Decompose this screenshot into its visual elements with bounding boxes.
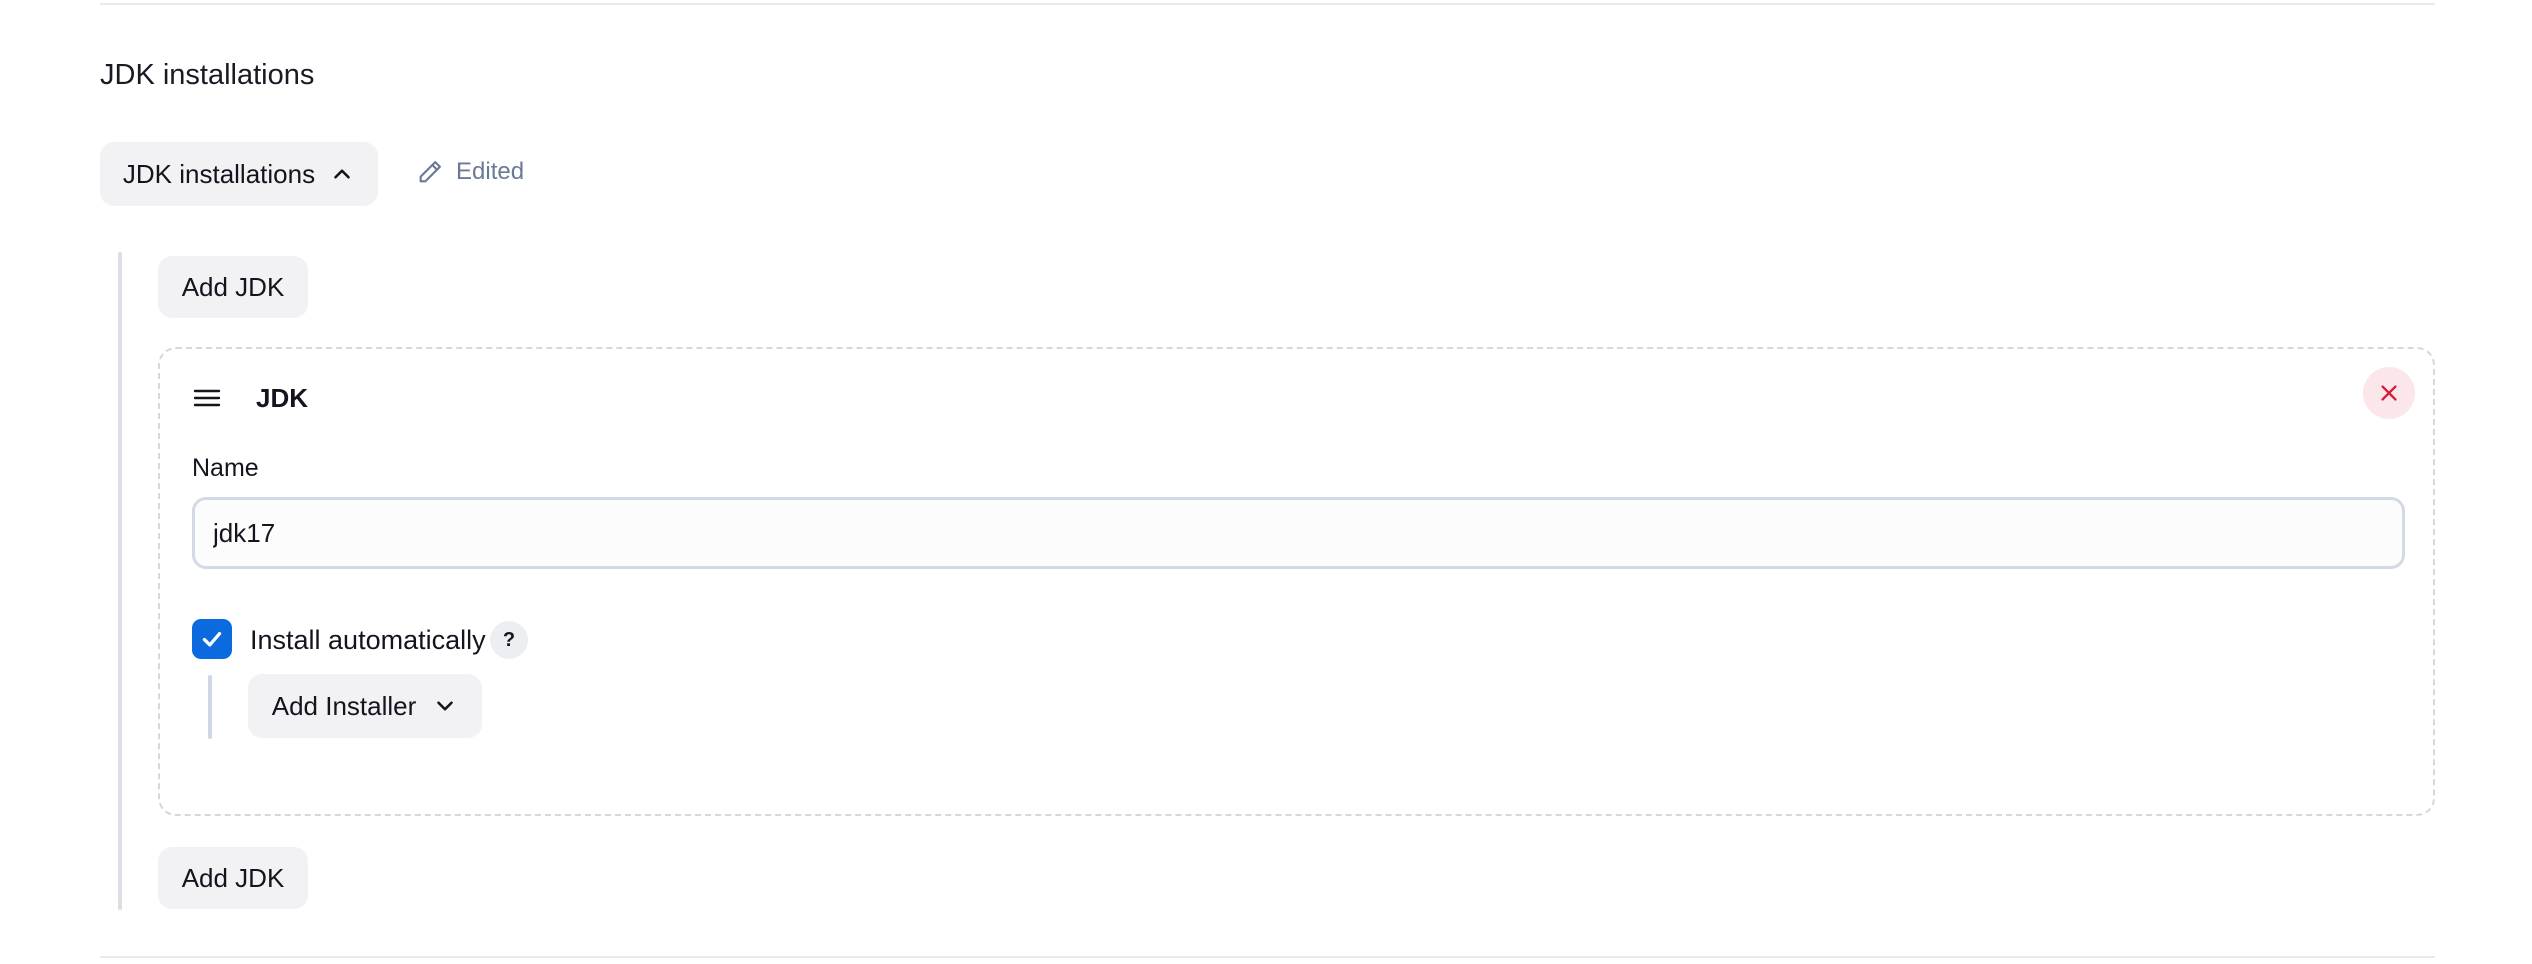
jdk-item-title: JDK: [256, 383, 309, 413]
add-jdk-button-bottom[interactable]: Add JDK: [158, 847, 308, 909]
delete-jdk-button[interactable]: [2363, 367, 2415, 419]
installer-rail: [208, 675, 212, 739]
jdk-installations-toggle-label: JDK installations: [122, 158, 316, 189]
jdk-installations-toggle-button[interactable]: JDK installations: [100, 142, 378, 206]
jdk-item-card: JDK Name Install automatically ? Add Ins…: [158, 347, 2435, 816]
install-automatically-label[interactable]: Install automatically: [250, 623, 486, 657]
chevron-up-icon: [334, 169, 350, 179]
pencil-icon: [419, 161, 441, 183]
name-field-label: Name: [192, 454, 259, 482]
close-icon: [2381, 385, 2397, 401]
add-installer-button[interactable]: Add Installer: [248, 674, 482, 738]
jdk-installations-page: JDK installations JDK installations Edit…: [0, 0, 2532, 964]
top-divider: [100, 3, 2435, 5]
checkmark-icon: [202, 631, 222, 647]
add-jdk-button-top[interactable]: Add JDK: [158, 256, 308, 318]
chevron-down-icon: [437, 701, 454, 711]
drag-handle-icon[interactable]: [192, 386, 222, 410]
add-installer-label: Add Installer: [271, 690, 417, 721]
bottom-divider: [100, 956, 2435, 958]
repeatable-rail: [118, 252, 122, 910]
edited-status-label: Edited: [456, 158, 525, 185]
edited-status: Edited: [416, 158, 524, 186]
section-title: JDK installations: [100, 59, 315, 91]
name-input[interactable]: [192, 497, 2405, 569]
install-automatically-checkbox[interactable]: [192, 619, 232, 659]
help-button[interactable]: ?: [490, 621, 528, 659]
